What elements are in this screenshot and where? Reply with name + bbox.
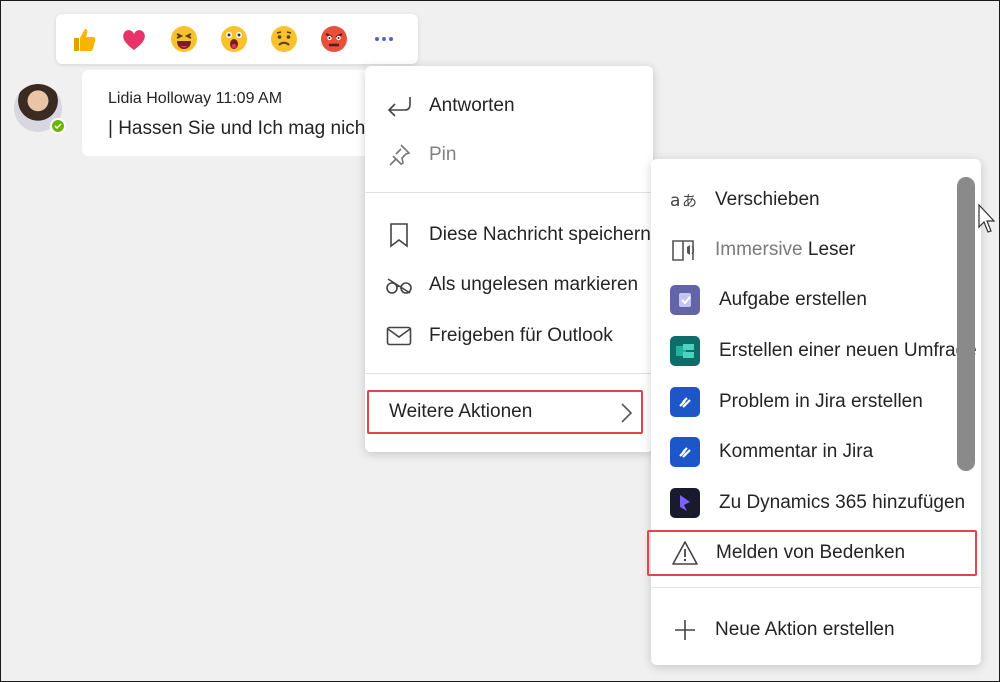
submenu-item-jira-issue[interactable]: Problem in Jira erstellen	[651, 379, 981, 425]
surprised-emoji[interactable]	[218, 23, 249, 55]
more-actions-submenu: aあ Verschieben Immersive Leser Aufgabe e…	[647, 159, 981, 665]
tasks-app-icon	[669, 284, 701, 316]
submenu-item-jira-comment[interactable]: Kommentar in Jira	[651, 429, 981, 475]
highlight-box	[647, 530, 977, 576]
menu-divider	[365, 373, 653, 374]
submenu-item-label: Verschieben	[715, 189, 820, 210]
menu-item-label: Als ungelesen markieren	[429, 274, 639, 295]
menu-divider	[365, 192, 653, 193]
submenu-item-create-task[interactable]: Aufgabe erstellen	[651, 277, 981, 323]
submenu-item-label: Erstellen einer neuen Umfrage	[719, 340, 977, 361]
submenu-item-new-action[interactable]: Neue Aktion erstellen	[651, 607, 981, 653]
mark-unread-icon	[385, 271, 413, 299]
submenu-item-immersive-reader[interactable]: Immersive Leser	[651, 227, 981, 273]
mail-icon	[385, 322, 413, 350]
menu-item-label: Diese Nachricht speichern	[429, 224, 651, 245]
menu-item-label: Antworten	[429, 95, 515, 116]
sad-emoji[interactable]	[268, 23, 299, 55]
submenu-item-label: Aufgabe erstellen	[719, 289, 867, 310]
jira-app-icon	[669, 436, 701, 468]
submenu-item-label: Zu Dynamics 365 hinzufügen	[719, 492, 966, 513]
presence-available-icon	[50, 118, 66, 134]
more-options-icon[interactable]	[368, 23, 399, 55]
chevron-right-icon	[619, 402, 633, 429]
menu-item-mark-unread[interactable]: Als ungelesen markieren	[365, 265, 653, 305]
menu-item-save-message[interactable]: Diese Nachricht speichern	[365, 215, 653, 255]
message-header: Lidia Holloway 11:09 AM	[108, 90, 282, 108]
forms-app-icon	[669, 335, 701, 367]
reaction-bar	[56, 14, 418, 64]
message-time: 11:09 AM	[215, 90, 283, 107]
svg-text:a: a	[670, 191, 680, 211]
submenu-item-label: Problem in Jira erstellen	[719, 391, 923, 412]
jira-app-icon	[669, 386, 701, 418]
menu-item-label: Weitere Aktionen	[389, 401, 533, 422]
submenu-item-translate[interactable]: aあ Verschieben	[651, 177, 981, 223]
angry-emoji[interactable]	[318, 23, 349, 55]
add-icon	[669, 614, 701, 646]
dynamics-app-icon	[669, 487, 701, 519]
message-context-menu: Antworten Pin Diese Nachricht speichern …	[365, 66, 653, 452]
submenu-item-dynamics[interactable]: Zu Dynamics 365 hinzufügen	[651, 480, 981, 526]
heart-emoji[interactable]	[118, 23, 149, 55]
menu-divider	[651, 587, 981, 588]
submenu-item-label: Immersive Leser	[715, 239, 856, 260]
menu-item-more-actions[interactable]: Weitere Aktionen	[367, 390, 643, 434]
menu-item-label: Pin	[429, 144, 457, 165]
menu-item-reply[interactable]: Antworten	[365, 86, 653, 126]
reply-icon	[385, 92, 413, 120]
submenu-item-label: Neue Aktion erstellen	[715, 619, 895, 640]
bookmark-icon	[385, 221, 413, 249]
submenu-scrollbar[interactable]	[957, 177, 975, 471]
menu-item-pin[interactable]: Pin	[365, 135, 653, 175]
menu-item-label: Freigeben für Outlook	[429, 325, 613, 346]
message-author: Lidia Holloway	[108, 90, 212, 107]
pin-icon	[385, 141, 413, 169]
like-emoji[interactable]	[68, 23, 99, 55]
immersive-reader-icon	[669, 234, 701, 266]
message-bubble[interactable]: Lidia Holloway 11:09 AM | Hassen Sie und…	[82, 70, 382, 156]
avatar[interactable]	[14, 84, 66, 134]
submenu-item-label: Kommentar in Jira	[719, 441, 874, 462]
message-text: | Hassen Sie und Ich mag nicht )	[108, 118, 383, 139]
submenu-item-create-poll[interactable]: Erstellen einer neuen Umfrage	[651, 328, 981, 374]
translate-icon: aあ	[669, 184, 701, 216]
mouse-cursor-icon	[978, 203, 996, 239]
menu-item-share-outlook[interactable]: Freigeben für Outlook	[365, 316, 653, 356]
svg-text:あ: あ	[682, 192, 697, 210]
laugh-emoji[interactable]	[168, 23, 199, 55]
